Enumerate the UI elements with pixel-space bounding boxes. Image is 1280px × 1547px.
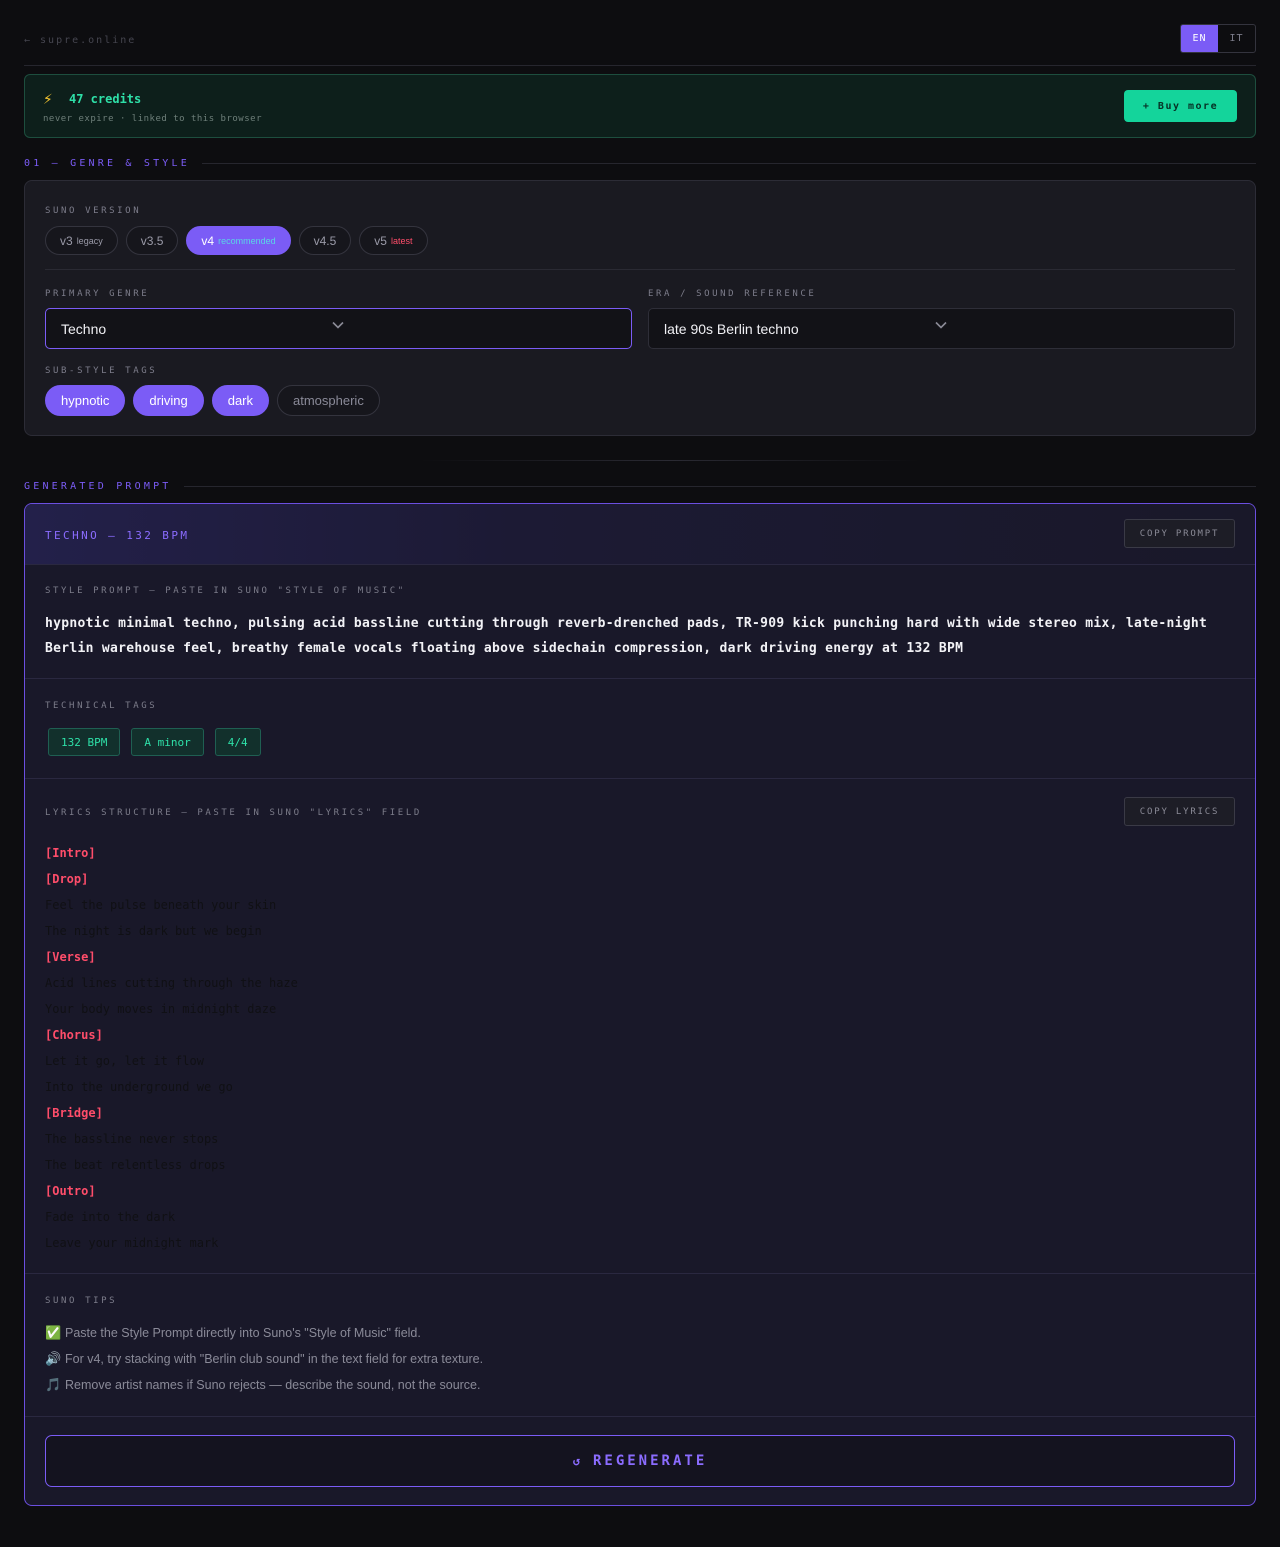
lyric-section: [Bridge] — [45, 1106, 103, 1120]
substyle-tag-atmospheric[interactable]: atmospheric — [277, 385, 380, 416]
divider — [25, 678, 1255, 679]
lyric-section: [Outro] — [45, 1184, 96, 1198]
suno-tips-list: ✅ Paste the Style Prompt directly into S… — [45, 1320, 483, 1398]
lyric-section: [Intro] — [45, 846, 96, 860]
card-title: TECHNO — 132 BPM — [45, 529, 190, 542]
era-label: ERA / SOUND REFERENCE — [648, 289, 817, 299]
generated-section-heading: GENERATED PROMPT — [24, 479, 1256, 493]
substyle-label: SUB-STYLE TAGS — [45, 366, 158, 376]
language-switcher: EN IT — [1180, 24, 1256, 53]
era-select[interactable]: late 90s Berlin techno — [648, 308, 1235, 349]
lyric-line: Feel the pulse beneath your skin — [45, 898, 277, 912]
credits-banner: ⚡ 47 credits never expire · linked to th… — [24, 74, 1256, 138]
top-bar: ← supre.online EN IT — [24, 24, 1256, 66]
lyric-line: Acid lines cutting through the haze — [45, 976, 298, 990]
divider — [420, 460, 920, 461]
genre-section-heading: 01 — GENRE & STYLE — [24, 156, 1256, 170]
lyric-line: The night is dark but we begin — [45, 924, 262, 938]
chevron-down-icon — [934, 318, 948, 335]
lyric-section: [Drop] — [45, 872, 89, 886]
divider — [25, 1273, 1255, 1274]
divider — [45, 269, 1235, 270]
section-title: 01 — GENRE & STYLE — [24, 157, 190, 169]
genre-style-panel: SUNO VERSION v3 legacy v3.5 v4 recommended… — [24, 180, 1256, 436]
lyric-line: The bassline never stops — [45, 1132, 219, 1146]
credits-subtitle: never expire · linked to this browser — [43, 114, 262, 124]
technical-tags: 132 BPM A minor 4/4 — [48, 728, 261, 756]
version-chip-v3[interactable]: v3 legacy — [45, 226, 118, 255]
refresh-icon: ↺ — [572, 1454, 583, 1468]
version-chip-v4-5[interactable]: v4.5 — [298, 226, 352, 255]
back-link[interactable]: ← supre.online — [24, 35, 136, 46]
lyric-section: [Chorus] — [45, 1028, 103, 1042]
primary-genre-select[interactable]: Techno — [45, 308, 632, 349]
tip-item: ✅ Paste the Style Prompt directly into S… — [45, 1320, 483, 1346]
lyrics-structure-label: LYRICS STRUCTURE — PASTE IN SUNO "LYRICS… — [45, 808, 422, 818]
tip-item: 🎵 Remove artist names if Suno rejects — … — [45, 1372, 483, 1398]
divider — [25, 1416, 1255, 1417]
lyric-line: Leave your midnight mark — [45, 1236, 219, 1250]
version-chip-v3-5[interactable]: v3.5 — [125, 226, 179, 255]
tech-tag-key: A minor — [131, 728, 204, 756]
lightning-icon: ⚡ — [43, 89, 53, 108]
divider — [25, 778, 1255, 779]
lang-it-button[interactable]: IT — [1218, 25, 1255, 52]
card-header: TECHNO — 132 BPM COPY PROMPT — [25, 504, 1255, 565]
divider — [201, 162, 1256, 164]
substyle-tags: hypnotic driving dark atmospheric — [45, 385, 380, 416]
style-prompt-text[interactable]: hypnotic minimal techno, pulsing acid ba… — [45, 611, 1225, 661]
primary-genre-label: PRIMARY GENRE — [45, 289, 150, 299]
suno-version-chips: v3 legacy v3.5 v4 recommended v4.5 v5 lates… — [45, 226, 428, 255]
speaker-icon: 🔊 — [45, 1351, 62, 1366]
lyric-line: Into the underground we go — [45, 1080, 233, 1094]
technical-tags-label: TECHNICAL TAGS — [45, 701, 158, 711]
divider — [183, 485, 1256, 487]
substyle-tag-driving[interactable]: driving — [133, 385, 204, 416]
tip-item: 🔊 For v4, try stacking with "Berlin club… — [45, 1346, 483, 1372]
substyle-tag-dark[interactable]: dark — [211, 385, 270, 416]
chevron-down-icon — [331, 318, 345, 335]
generated-prompt-card: TECHNO — 132 BPM COPY PROMPT STYLE PROMP… — [24, 503, 1256, 1506]
copy-prompt-button[interactable]: COPY PROMPT — [1124, 519, 1235, 548]
suno-tips-label: SUNO TIPS — [45, 1296, 118, 1306]
regenerate-button[interactable]: ↺ REGENERATE — [45, 1435, 1235, 1487]
tech-tag-bpm: 132 BPM — [48, 728, 121, 756]
substyle-tag-hypnotic[interactable]: hypnotic — [45, 385, 126, 416]
lyric-line: The beat relentless drops — [45, 1158, 226, 1172]
music-note-icon: 🎵 — [45, 1377, 62, 1392]
lang-en-button[interactable]: EN — [1181, 25, 1218, 52]
buy-more-button[interactable]: + Buy more — [1124, 90, 1237, 122]
section-title: GENERATED PROMPT — [24, 480, 172, 492]
lyric-section: [Verse] — [45, 950, 96, 964]
credits-amount: 47 credits — [69, 92, 142, 106]
copy-lyrics-button[interactable]: COPY LYRICS — [1124, 797, 1235, 826]
lyrics-block[interactable]: [Intro] [Drop] Feel the pulse beneath yo… — [45, 840, 298, 1256]
suno-version-label: SUNO VERSION — [45, 206, 142, 216]
style-prompt-label: STYLE PROMPT — PASTE IN SUNO "STYLE OF M… — [45, 586, 406, 596]
version-chip-v5[interactable]: v5 latest — [359, 226, 428, 255]
version-chip-v4[interactable]: v4 recommended — [186, 226, 291, 255]
tech-tag-time-signature: 4/4 — [214, 728, 261, 756]
lyric-line: Fade into the dark — [45, 1210, 176, 1224]
lyric-line: Your body moves in midnight daze — [45, 1002, 277, 1016]
check-icon: ✅ — [45, 1325, 62, 1340]
lyric-line: Let it go, let it flow — [45, 1054, 204, 1068]
